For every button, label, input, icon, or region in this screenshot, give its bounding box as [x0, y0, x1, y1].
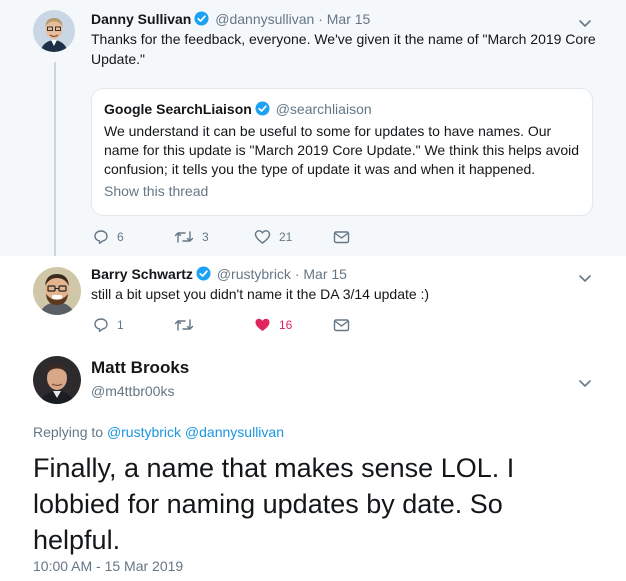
- tweet-header: Danny Sullivan @dannysullivan · Mar 15: [91, 11, 370, 29]
- tweet-text: Thanks for the feedback, everyone. We've…: [91, 31, 596, 67]
- quoted-tweet-text: We understand it can be useful to some f…: [104, 123, 580, 177]
- tweet-date[interactable]: Mar 15: [327, 11, 371, 27]
- direct-message-action[interactable]: [333, 229, 350, 245]
- like-action[interactable]: 16: [254, 317, 292, 333]
- chevron-down-icon[interactable]: [578, 15, 592, 28]
- thread-connector-line: [54, 62, 56, 256]
- reply-count: 6: [117, 230, 124, 244]
- quoted-user-handle: @searchliaison: [275, 101, 372, 117]
- tweet-header: Barry Schwartz @rustybrick · Mar 15: [91, 266, 347, 284]
- retweet-action[interactable]: 3: [174, 229, 209, 245]
- retweet-icon: [174, 319, 194, 331]
- chevron-down-icon[interactable]: [578, 270, 592, 283]
- avatar-barry-schwartz[interactable]: [33, 267, 81, 315]
- like-count: 16: [279, 318, 293, 332]
- like-action[interactable]: 21: [254, 229, 292, 245]
- reply-icon: [94, 318, 108, 332]
- retweet-action[interactable]: [174, 317, 202, 333]
- replying-to-label: Replying to: [33, 424, 104, 440]
- envelope-icon: [333, 231, 350, 244]
- tweet-date[interactable]: Mar 15: [303, 266, 347, 282]
- display-name[interactable]: Danny Sullivan: [91, 11, 191, 27]
- main-tweet-text: Finally, a name that makes sense LOL. I …: [33, 453, 515, 555]
- show-thread-link[interactable]: Show this thread: [104, 183, 208, 199]
- quoted-tweet-header: Google SearchLiaison @searchliaison: [104, 101, 372, 119]
- quoted-tweet-card[interactable]: Google SearchLiaison @searchliaison We u…: [91, 88, 593, 216]
- replying-to: Replying to @rustybrick @dannysullivan: [33, 424, 284, 440]
- reply-icon: [94, 230, 108, 244]
- direct-message-action[interactable]: [333, 317, 350, 333]
- separator-dot: ·: [294, 266, 300, 282]
- retweet-icon: [174, 231, 194, 243]
- retweet-count: 3: [202, 230, 209, 244]
- reply-action[interactable]: 6: [93, 229, 124, 245]
- avatar-danny-sullivan[interactable]: [33, 10, 75, 52]
- display-name[interactable]: Barry Schwartz: [91, 266, 193, 282]
- chevron-down-icon[interactable]: [578, 375, 592, 388]
- user-handle[interactable]: @rustybrick: [217, 266, 291, 282]
- heart-icon: [254, 230, 271, 244]
- user-handle[interactable]: @dannysullivan: [215, 11, 314, 27]
- envelope-icon: [333, 319, 350, 332]
- separator-dot: ·: [318, 11, 323, 27]
- reply-action[interactable]: 1: [93, 317, 124, 333]
- verified-icon: [194, 11, 209, 29]
- verified-icon: [196, 266, 211, 284]
- like-count: 21: [279, 230, 293, 244]
- main-display-name[interactable]: Matt Brooks: [91, 358, 189, 378]
- avatar-matt-brooks[interactable]: [33, 356, 81, 404]
- replying-to-users[interactable]: @rustybrick @dannysullivan: [107, 424, 284, 440]
- verified-icon: [255, 101, 270, 119]
- reply-count: 1: [117, 318, 124, 332]
- tweet-text: still a bit upset you didn't name it the…: [91, 286, 430, 302]
- tweet-timestamp[interactable]: 10:00 AM - 15 Mar 2019: [33, 558, 183, 574]
- main-user-handle[interactable]: @m4ttbr00ks: [91, 383, 174, 399]
- heart-filled-icon: [255, 318, 270, 331]
- quoted-display-name: Google SearchLiaison: [104, 101, 252, 117]
